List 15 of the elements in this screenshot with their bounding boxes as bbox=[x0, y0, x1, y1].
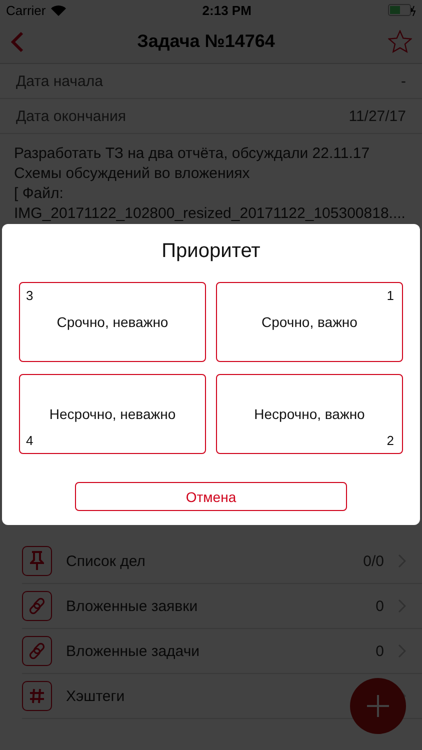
priority-option[interactable]: 2 Несрочно, важно bbox=[216, 374, 403, 454]
screen-title: Задача №14764 bbox=[137, 31, 275, 52]
priority-number: 2 bbox=[386, 433, 394, 448]
priority-number: 4 bbox=[26, 433, 34, 448]
priority-number: 3 bbox=[26, 288, 34, 303]
field-value: - bbox=[401, 72, 406, 90]
priority-option[interactable]: 3 Срочно, неважно bbox=[19, 282, 206, 362]
task-description: Разработать ТЗ на два отчёта, обсуждали 22.11.17 Схемы обсуждений во вложениях [ Файл: IMG_20171122_102800_resized_20171122_105300818.... bbox=[13, 144, 406, 224]
priority-option[interactable]: 1 Срочно, важно bbox=[216, 282, 403, 362]
clock-time: 2:13 PM bbox=[202, 2, 252, 18]
cancel-button[interactable]: Отмена bbox=[75, 482, 347, 511]
carrier-name: Carrier bbox=[6, 2, 46, 18]
priority-number: 1 bbox=[386, 288, 394, 303]
dialog-title: Приоритет bbox=[162, 240, 260, 263]
priority-option[interactable]: 4 Несрочно, неважно bbox=[19, 374, 206, 454]
